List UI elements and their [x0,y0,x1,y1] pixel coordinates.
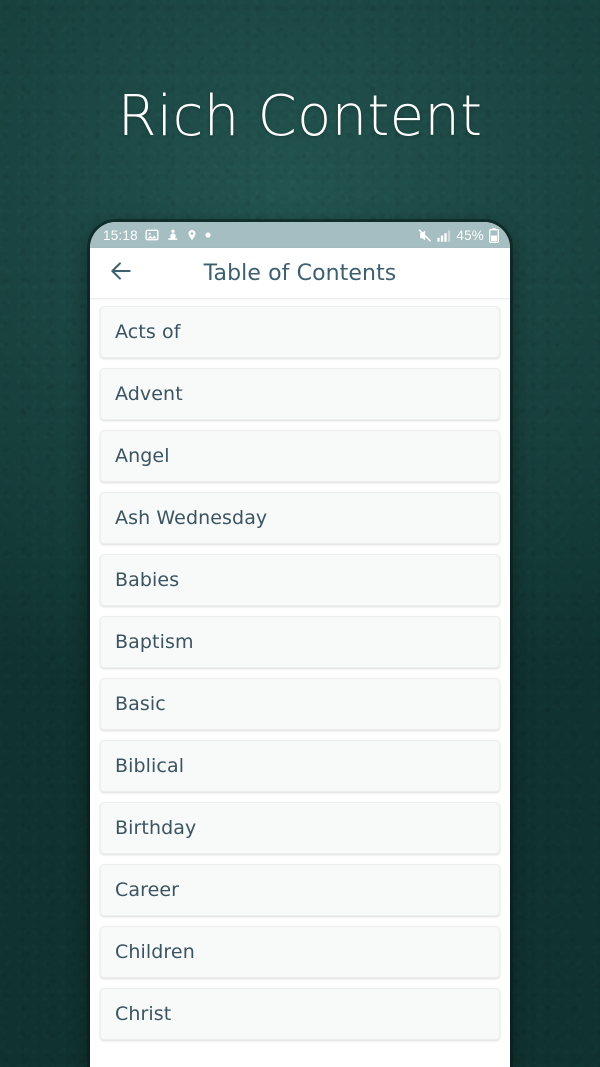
list-item-label: Basic [115,693,166,715]
list-item[interactable]: Advent [100,368,500,420]
list-item[interactable]: Basic [100,678,500,730]
list-item[interactable]: Biblical [100,740,500,792]
photo-icon [145,228,159,242]
list-item[interactable]: Baptism [100,616,500,668]
list-item-label: Career [115,879,180,901]
status-bar-right-group: 45% [417,227,499,243]
battery-percent-label: 45% [456,227,484,243]
battery-icon [489,227,499,243]
mute-icon [417,228,432,243]
list-item-label: Acts of [115,321,181,343]
app-bar: Table of Contents [90,248,510,298]
phone-device-mockup: 15:18 45% Table of Contents Acts of Adve… [90,222,510,1067]
status-clock: 15:18 [103,227,138,243]
list-item-label: Christ [115,1003,172,1025]
list-item[interactable]: Career [100,864,500,916]
back-arrow-icon [108,258,134,289]
status-bar-left-group: 15:18 [103,228,417,243]
list-item[interactable]: Birthday [100,802,500,854]
list-item-label: Birthday [115,817,197,839]
list-item-label: Advent [115,383,183,405]
signal-bars-icon [437,229,451,242]
list-item[interactable]: Angel [100,430,500,482]
list-item[interactable]: Children [100,926,500,978]
list-item[interactable]: Ash Wednesday [100,492,500,544]
table-of-contents-list[interactable]: Acts of Advent Angel Ash Wednesday Babie… [90,298,510,1067]
promo-headline: Rich Content [117,84,483,149]
status-bar: 15:18 45% [90,222,510,248]
list-item-label: Angel [115,445,170,467]
list-item-label: Babies [115,569,180,591]
list-item-label: Baptism [115,631,194,653]
back-button[interactable] [104,256,138,290]
list-item[interactable]: Babies [100,554,500,606]
dot-icon [205,232,211,238]
list-item[interactable]: Christ [100,988,500,1040]
list-item-label: Ash Wednesday [115,507,268,529]
page-title: Table of Contents [203,260,397,286]
list-item[interactable]: Acts of [100,306,500,358]
list-item-label: Biblical [115,755,185,777]
list-item-label: Children [115,941,195,963]
location-pin-icon [186,228,198,242]
figure-icon [166,228,179,242]
